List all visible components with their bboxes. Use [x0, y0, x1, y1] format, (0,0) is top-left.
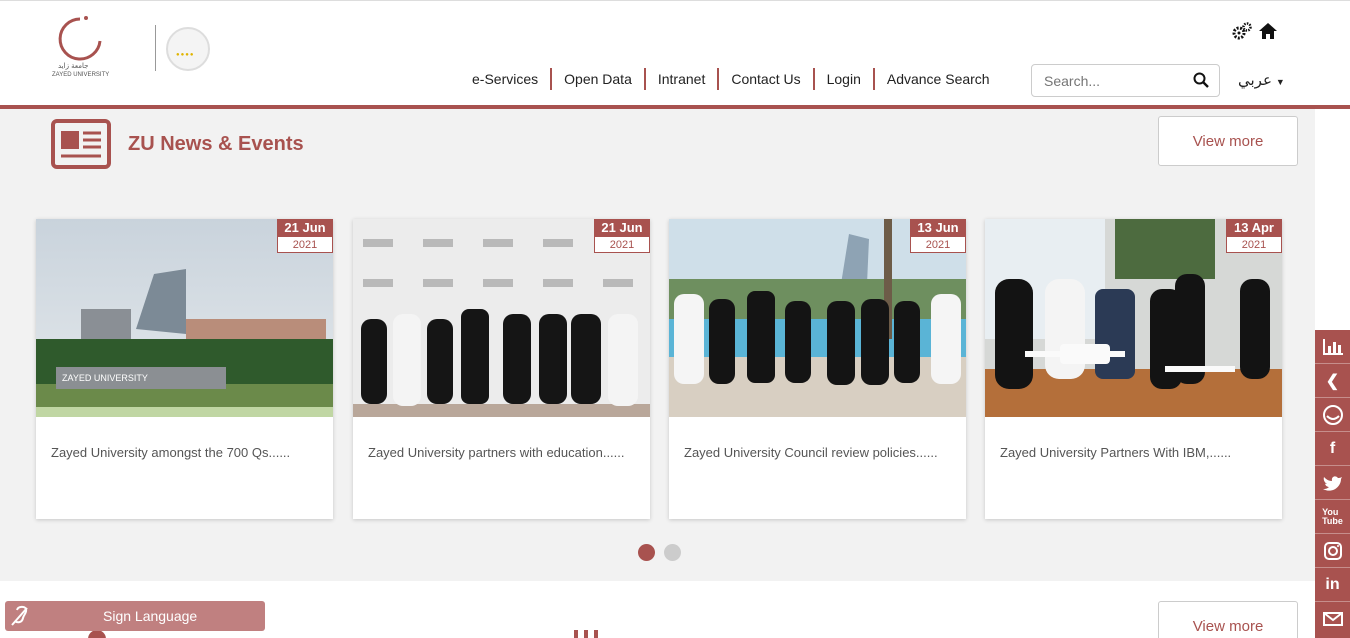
date-year: 2021 — [594, 237, 650, 253]
news-caption[interactable]: Zayed University Partners With IBM,.....… — [985, 417, 1282, 463]
view-more-button-bottom[interactable]: View more — [1158, 601, 1298, 638]
nav-login[interactable]: Login — [815, 68, 875, 90]
date-year: 2021 — [910, 237, 966, 253]
nav-contact-us[interactable]: Contact Us — [719, 68, 815, 90]
youtube-icon[interactable]: You Tube — [1315, 500, 1350, 534]
date-day: 13 Jun — [910, 219, 966, 237]
news-image-council-outdoor[interactable]: 13 Jun 2021 — [669, 219, 966, 417]
svg-text:جامعة زايد: جامعة زايد — [58, 62, 89, 70]
date-badge: 21 Jun 2021 — [594, 219, 650, 253]
carousel-dot-1[interactable] — [638, 544, 655, 561]
mail-icon[interactable] — [1315, 602, 1350, 636]
view-more-button[interactable]: View more — [1158, 116, 1298, 166]
language-switcher[interactable]: عربي ▼ — [1238, 71, 1285, 89]
nav-intranet[interactable]: Intranet — [646, 68, 720, 90]
date-badge: 13 Jun 2021 — [910, 219, 966, 253]
date-year: 2021 — [277, 237, 333, 253]
news-caption[interactable]: Zayed University Council review policies… — [669, 417, 966, 463]
instagram-icon[interactable] — [1315, 534, 1350, 568]
newspaper-icon — [51, 119, 111, 169]
news-card[interactable]: 13 Apr 2021 Zayed University Partners Wi… — [985, 219, 1282, 519]
search-icon[interactable] — [1193, 72, 1209, 88]
news-image-ibm-drone[interactable]: 13 Apr 2021 — [985, 219, 1282, 417]
news-card[interactable]: 13 Jun 2021 Zayed University Council rev… — [669, 219, 966, 519]
settings-gears-icon[interactable] — [1232, 21, 1252, 41]
language-label: عربي — [1238, 72, 1272, 89]
site-header: جامعة زايد ZAYED UNIVERSITY ●●●● e-Servi… — [0, 0, 1350, 106]
news-events-section: ZU News & Events View more ZAYED UNIVERS… — [0, 109, 1315, 581]
nav-e-services[interactable]: e-Services — [460, 68, 553, 90]
zu-icon[interactable] — [1315, 398, 1350, 432]
news-caption[interactable]: Zayed University amongst the 700 Qs.....… — [36, 417, 333, 463]
chevron-left-icon[interactable]: ❮ — [1315, 364, 1350, 398]
news-image-campus[interactable]: ZAYED UNIVERSITY 21 Jun 2021 — [36, 219, 333, 417]
news-card[interactable]: ZAYED UNIVERSITY 21 Jun 2021 Zayed Unive… — [36, 219, 333, 519]
search-box — [1031, 64, 1220, 97]
date-year: 2021 — [1226, 237, 1282, 253]
search-input[interactable] — [1044, 65, 1194, 96]
date-day: 13 Apr — [1226, 219, 1282, 237]
main-nav: e-Services Open Data Intranet Contact Us… — [460, 67, 1002, 91]
stats-icon[interactable] — [1315, 330, 1350, 364]
nav-advance-search[interactable]: Advance Search — [875, 68, 1002, 90]
news-card[interactable]: 21 Jun 2021 Zayed University partners wi… — [353, 219, 650, 519]
date-badge: 21 Jun 2021 — [277, 219, 333, 253]
carousel-dot-2[interactable] — [664, 544, 681, 561]
section-icon — [88, 630, 106, 638]
date-day: 21 Jun — [277, 219, 333, 237]
svg-text:ZAYED UNIVERSITY: ZAYED UNIVERSITY — [62, 373, 148, 383]
linkedin-icon[interactable]: in — [1315, 568, 1350, 602]
twitter-icon[interactable] — [1315, 466, 1350, 500]
hearing-icon — [11, 605, 28, 626]
sign-language-button[interactable]: Sign Language — [5, 601, 265, 631]
svg-text:ZAYED UNIVERSITY: ZAYED UNIVERSITY — [52, 72, 109, 78]
social-sidebar: ❮ f You Tube in — [1315, 330, 1350, 638]
news-image-group-photo-backdrop[interactable]: 21 Jun 2021 — [353, 219, 650, 417]
facebook-icon[interactable]: f — [1315, 432, 1350, 466]
carousel-pagination — [638, 544, 681, 561]
news-caption[interactable]: Zayed University partners with education… — [353, 417, 650, 463]
logo-separator — [155, 25, 156, 71]
section-icon-2 — [574, 630, 598, 638]
zayed-university-logo[interactable]: جامعة زايد ZAYED UNIVERSITY — [50, 15, 110, 79]
caret-down-icon: ▼ — [1275, 77, 1285, 87]
stars-rating-badge[interactable]: ●●●● — [166, 27, 210, 71]
date-day: 21 Jun — [594, 219, 650, 237]
date-badge: 13 Apr 2021 — [1226, 219, 1282, 253]
sign-language-label: Sign Language — [103, 608, 198, 624]
section-title: ZU News & Events — [128, 133, 304, 155]
home-icon[interactable] — [1258, 21, 1278, 41]
nav-open-data[interactable]: Open Data — [552, 68, 646, 90]
